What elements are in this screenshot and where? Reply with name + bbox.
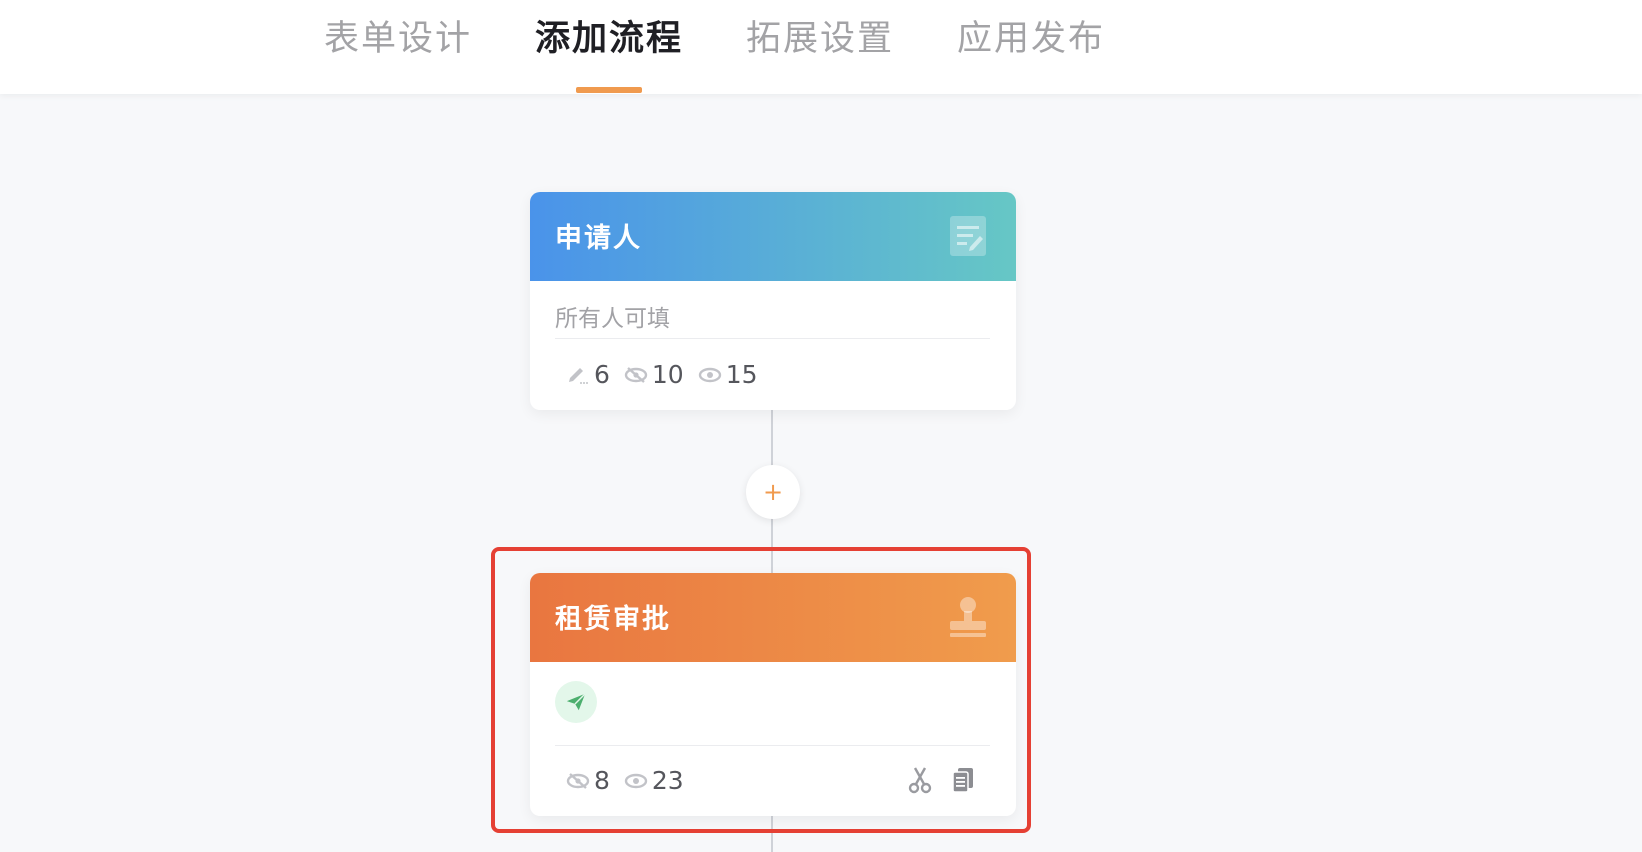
divider bbox=[555, 745, 990, 746]
node-title: 申请人 bbox=[555, 223, 642, 254]
node-header: 租赁审批 bbox=[530, 573, 1016, 662]
stat-hidden: 8 bbox=[566, 766, 610, 795]
approval-type-badge bbox=[555, 681, 597, 723]
form-edit-icon bbox=[950, 216, 986, 256]
field-permission-stats: 6 10 15 bbox=[566, 360, 772, 389]
active-tab-indicator bbox=[576, 87, 642, 93]
add-node-button[interactable]: + bbox=[746, 465, 800, 519]
pencil-icon bbox=[569, 367, 588, 384]
node-card-rental-approval[interactable]: 租赁审批 8 23 bbox=[530, 573, 1016, 816]
field-permission-stats: 8 23 bbox=[566, 766, 698, 795]
scissors-icon[interactable] bbox=[907, 766, 933, 794]
eye-hidden-icon bbox=[566, 772, 590, 789]
paper-plane-icon bbox=[566, 693, 586, 711]
top-nav: 表单设计 添加流程 拓展设置 应用发布 bbox=[0, 0, 1642, 94]
tab-extension-settings[interactable]: 拓展设置 bbox=[746, 14, 894, 64]
tab-add-workflow[interactable]: 添加流程 bbox=[535, 14, 683, 64]
copy-icon[interactable] bbox=[950, 766, 976, 794]
tab-app-publish[interactable]: 应用发布 bbox=[957, 14, 1105, 64]
node-description: 所有人可填 bbox=[555, 306, 670, 332]
eye-icon bbox=[624, 773, 648, 788]
node-card-applicant[interactable]: 申请人 所有人可填 6 10 15 bbox=[530, 192, 1016, 410]
stat-editable: 6 bbox=[566, 360, 610, 389]
eye-icon bbox=[698, 367, 721, 382]
node-title: 租赁审批 bbox=[555, 604, 671, 635]
node-header: 申请人 bbox=[530, 192, 1016, 281]
stat-hidden: 10 bbox=[624, 360, 684, 389]
stat-visible: 15 bbox=[698, 360, 758, 389]
stamp-icon bbox=[950, 597, 986, 637]
stat-visible: 23 bbox=[624, 766, 684, 795]
tab-form-design[interactable]: 表单设计 bbox=[324, 14, 472, 64]
eye-hidden-icon bbox=[624, 366, 648, 383]
divider bbox=[555, 338, 990, 339]
